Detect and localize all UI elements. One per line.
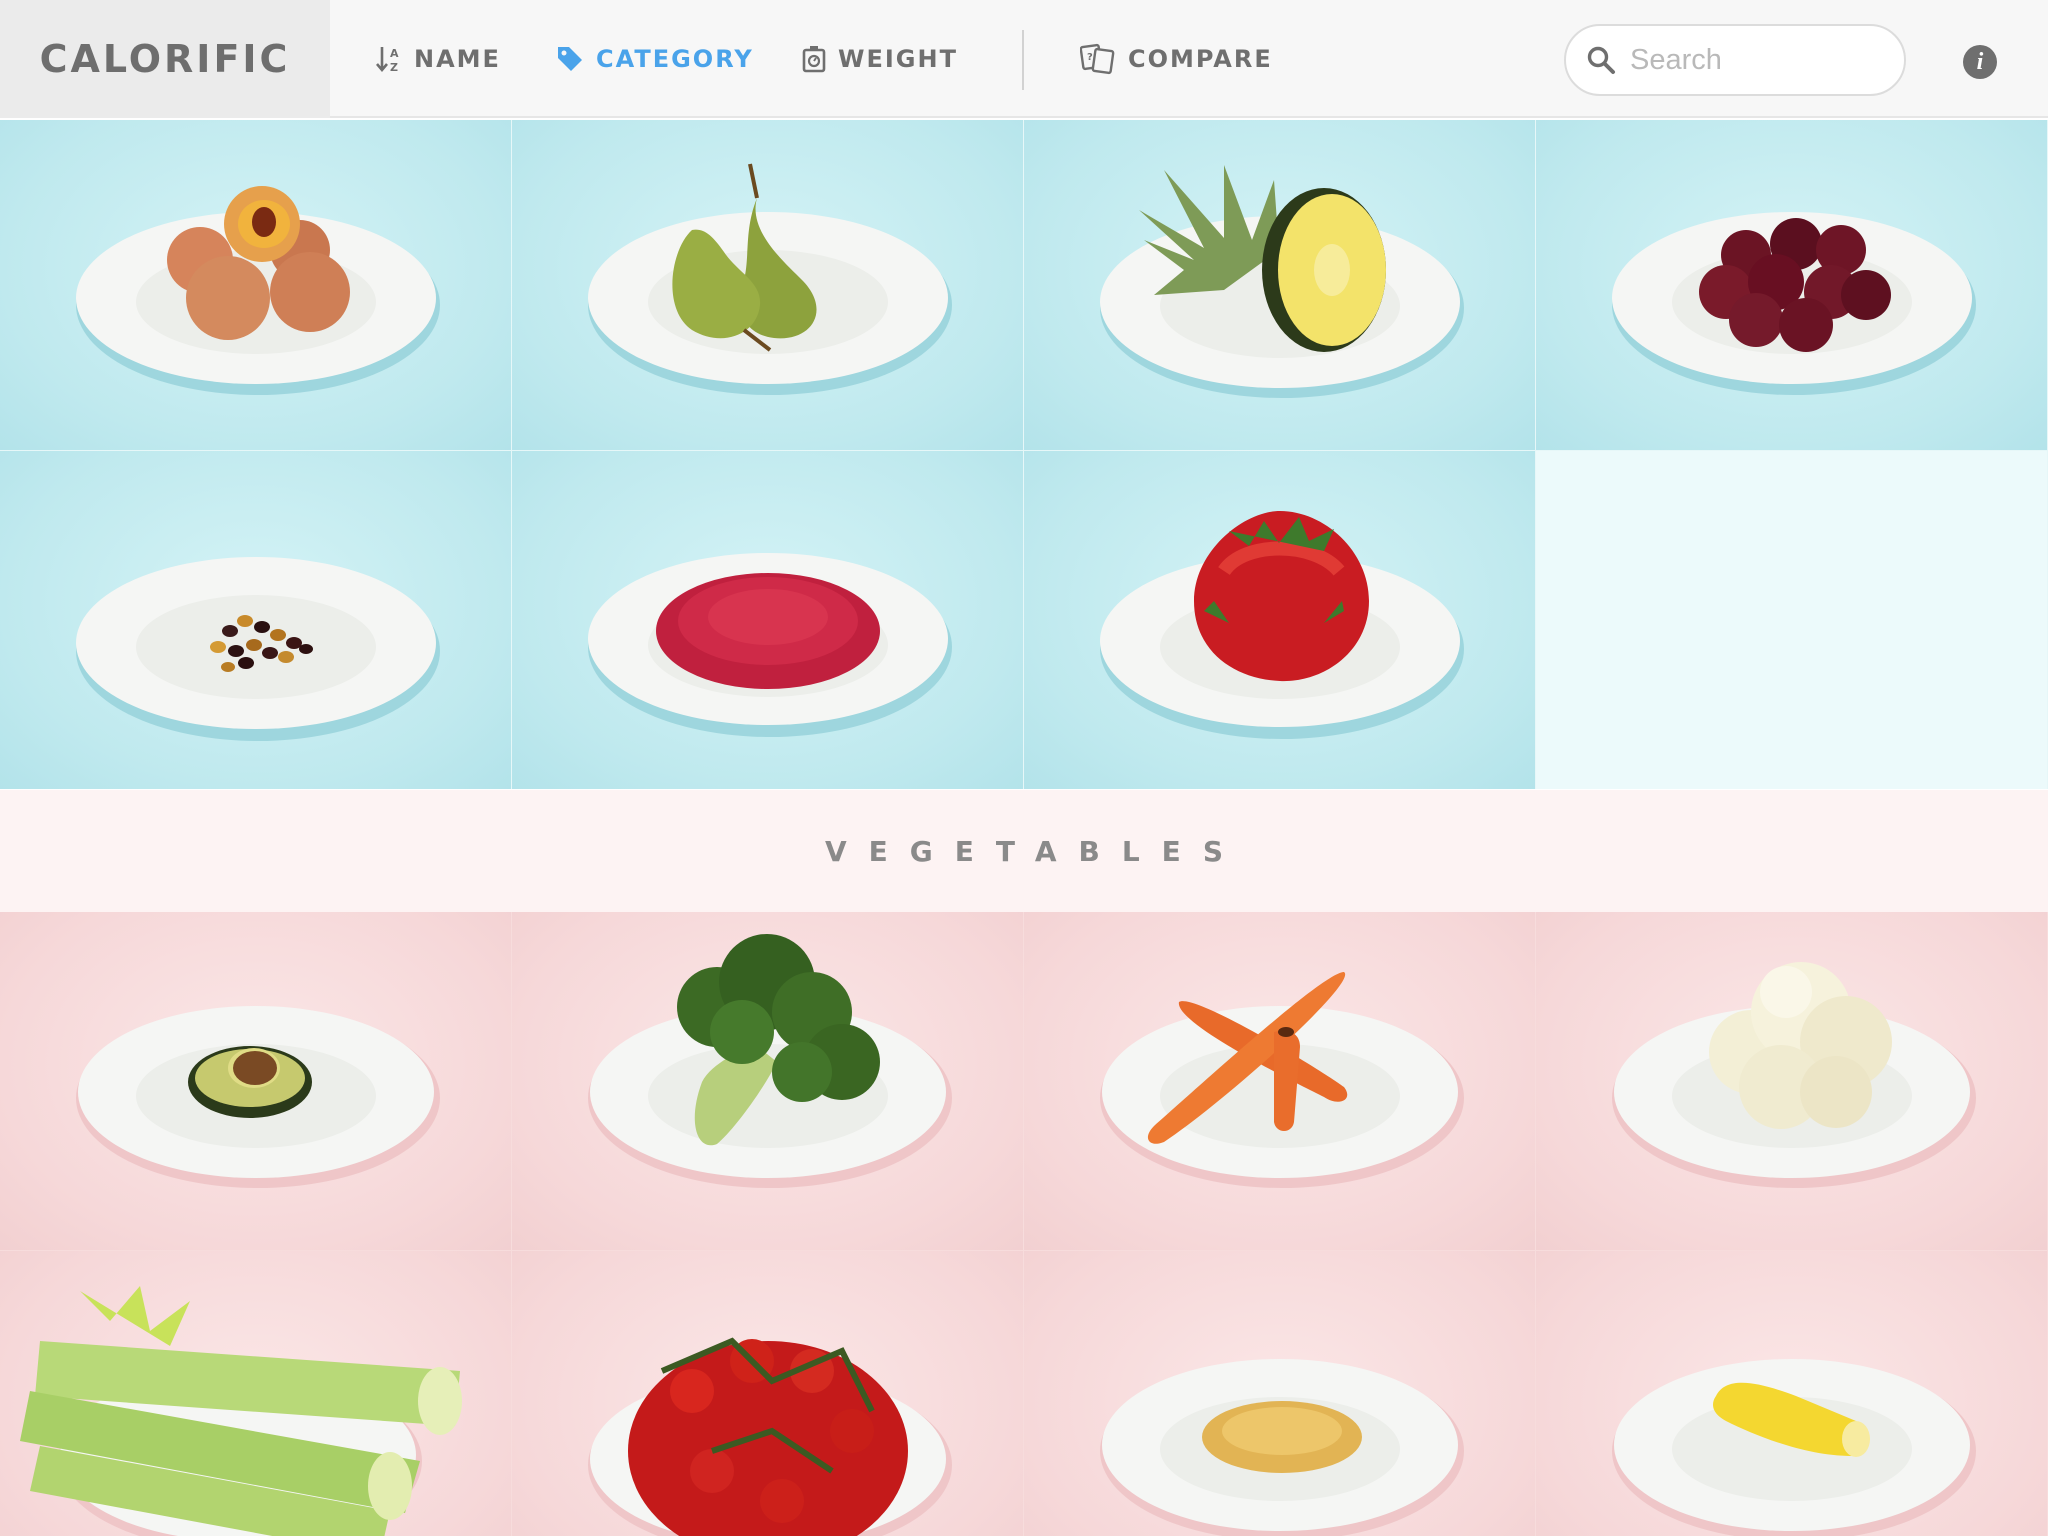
sort-az-icon: A Z	[376, 44, 402, 74]
tag-icon	[556, 45, 584, 73]
nav-sort-name[interactable]: A Z NAME	[376, 0, 501, 118]
nav-label: CATEGORY	[596, 45, 754, 73]
food-tile-peaches[interactable]	[0, 120, 511, 450]
vegetables-grid	[0, 912, 2048, 1536]
food-tile-raisins[interactable]	[0, 451, 511, 789]
pears-image	[588, 163, 952, 395]
carrots-image	[1100, 972, 1464, 1188]
nav-label: WEIGHT	[838, 45, 958, 73]
raspberries-image	[588, 553, 952, 737]
food-tile-cauliflower[interactable]	[1536, 912, 2047, 1250]
peaches-image	[76, 186, 440, 395]
section-title: VEGETABLES	[825, 834, 1245, 868]
nav-sort-category[interactable]: CATEGORY	[556, 0, 754, 118]
search-box[interactable]	[1564, 24, 1906, 96]
nav-label: COMPARE	[1128, 45, 1273, 73]
nav-sort-weight[interactable]: WEIGHT	[802, 0, 958, 118]
cauliflower-image	[1612, 962, 1976, 1188]
broccoli-image	[588, 934, 952, 1188]
section-header-vegetables: VEGETABLES	[0, 790, 2048, 912]
food-tile-plums[interactable]	[1536, 120, 2047, 450]
search-input[interactable]	[1630, 43, 1870, 77]
app-logo[interactable]: CALORIFIC	[0, 0, 330, 118]
food-tile-broccoli[interactable]	[512, 912, 1023, 1250]
food-tile-avocado[interactable]	[0, 912, 511, 1250]
top-bar: CALORIFIC A Z NAME CATEGORY WEIGHT ? COM…	[0, 0, 2048, 118]
cherry-tomatoes-image	[588, 1337, 952, 1536]
food-tile-pears[interactable]	[512, 120, 1023, 450]
info-icon[interactable]: i	[1963, 45, 1997, 79]
search-icon	[1586, 45, 1616, 75]
celery-image	[20, 1286, 462, 1536]
compare-icon: ?	[1080, 42, 1116, 76]
food-tile-raspberries[interactable]	[512, 451, 1023, 789]
svg-text:?: ?	[1087, 52, 1095, 63]
svg-text:A: A	[390, 47, 401, 60]
food-tile-pineapple[interactable]	[1024, 120, 1535, 450]
strawberries-image	[1100, 511, 1464, 739]
nav-label: NAME	[414, 45, 501, 73]
raisins-image	[76, 557, 440, 741]
food-tile-carrots[interactable]	[1024, 912, 1535, 1250]
nav-divider	[1022, 30, 1024, 90]
food-tile-sweetcorn[interactable]	[1536, 1251, 2047, 1536]
fruits-grid	[0, 120, 2048, 789]
sweetcorn-image	[1612, 1359, 1976, 1536]
food-tile-cherry-tomatoes[interactable]	[512, 1251, 1023, 1536]
food-tile-strawberries[interactable]	[1024, 451, 1535, 789]
svg-text:Z: Z	[390, 61, 400, 74]
plums-image	[1612, 212, 1976, 395]
pineapple-image	[1100, 165, 1464, 398]
avocado-image	[76, 1006, 440, 1188]
food-tile-chickpeas[interactable]	[1024, 1251, 1535, 1536]
chickpeas-image	[1100, 1359, 1464, 1536]
empty-tile	[1536, 451, 2047, 789]
scale-icon	[802, 45, 826, 73]
food-tile-celery[interactable]	[0, 1251, 511, 1536]
nav-compare[interactable]: ? COMPARE	[1080, 0, 1273, 118]
